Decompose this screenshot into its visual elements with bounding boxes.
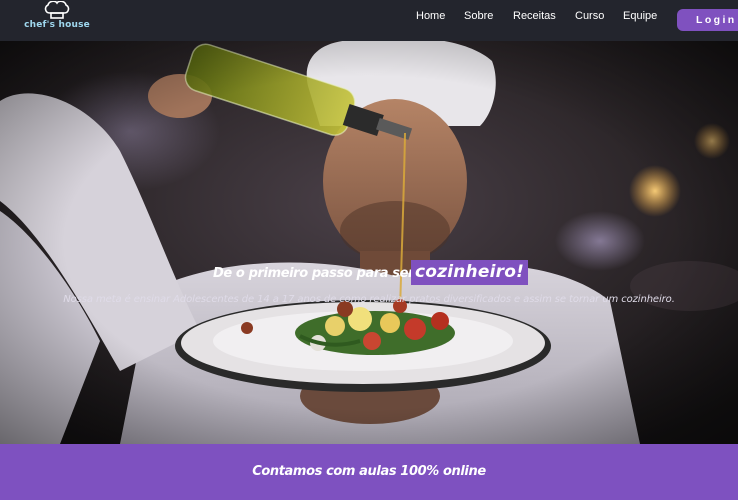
online-classes-banner: Contamos com aulas 100% online <box>0 444 738 500</box>
navbar: chef's house Home Sobre Receitas Curso E… <box>0 0 738 41</box>
hero-subtitle: Nossa meta é ensinar Adolescentes de 14 … <box>63 294 675 305</box>
hero-section: De o primeiro passo para ser um cozinhei… <box>0 41 738 444</box>
hero-image <box>0 41 738 444</box>
hero-headline-highlight: cozinheiro! <box>411 260 528 285</box>
hero-headline-text: De o primeiro passo para ser um <box>213 266 441 281</box>
logo[interactable]: chef's house <box>24 1 90 37</box>
nav-equipe[interactable]: Equipe <box>623 10 657 22</box>
login-button[interactable]: Login <box>677 9 738 31</box>
nav-curso[interactable]: Curso <box>575 10 604 22</box>
hero-headline: De o primeiro passo para ser um cozinhei… <box>0 260 738 286</box>
nav-home[interactable]: Home <box>416 10 445 22</box>
chef-hat-icon <box>44 1 70 19</box>
nav-receitas[interactable]: Receitas <box>513 10 556 22</box>
nav-sobre[interactable]: Sobre <box>464 10 493 22</box>
banner-text: Contamos com aulas 100% online <box>252 464 486 479</box>
logo-text: chef's house <box>24 20 90 30</box>
